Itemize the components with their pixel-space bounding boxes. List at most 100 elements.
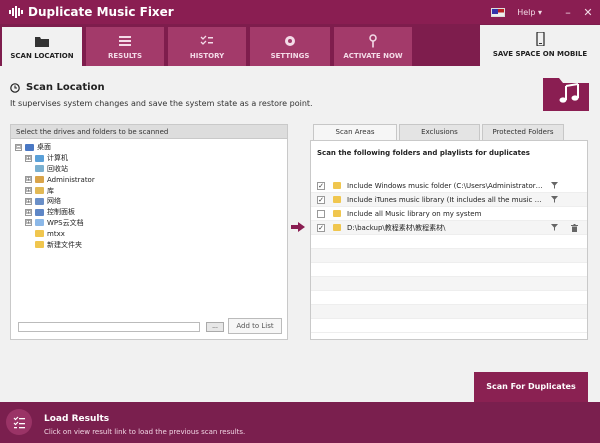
tab-exclusions[interactable]: Exclusions: [399, 124, 480, 140]
folder-icon: [333, 210, 341, 217]
main-tabs: SCAN LOCATION RESULTS HISTORY SETTINGS A…: [0, 24, 600, 66]
scan-row-label: Include Windows music folder (C:\Users\A…: [347, 181, 543, 190]
tab-scan-location[interactable]: SCAN LOCATION: [2, 27, 82, 66]
filter-icon[interactable]: [551, 182, 558, 189]
page-title: Scan Location: [26, 82, 105, 93]
empty-row: [311, 291, 587, 305]
scan-areas-panel: Scan the following folders and playlists…: [310, 140, 588, 340]
app-logo-icon: [6, 0, 26, 24]
load-results-icon: [6, 409, 32, 435]
empty-row: [311, 319, 587, 333]
expand-icon[interactable]: ⊞: [25, 208, 32, 216]
tab-save-space-on-mobile[interactable]: SAVE SPACE ON MOBILE: [480, 25, 600, 66]
tab-history[interactable]: HISTORY: [168, 27, 246, 66]
tree-item-label: WPS云文档: [47, 218, 84, 227]
expand-icon[interactable]: ⊞: [25, 154, 32, 162]
close-button[interactable]: ✕: [580, 6, 596, 19]
tree-item-computer[interactable]: ⊞ 计算机: [11, 153, 287, 164]
tree-item-label: 库: [47, 186, 54, 195]
recycle-bin-icon: [35, 165, 44, 173]
help-label: Help: [517, 7, 536, 17]
folder-icon: [333, 182, 341, 189]
empty-row: [311, 277, 587, 291]
scan-row-all-music: Include all Music library on my system: [311, 207, 587, 221]
section-header: Scan Location: [10, 82, 105, 93]
desktop-icon: [25, 143, 34, 151]
folder-tree: ⊟ 桌面 ⊞ 计算机 回收站 ⊞ Administrator ⊞ 库 ⊞ 网络 …: [11, 139, 287, 250]
path-entry-bar: ...: [10, 318, 224, 336]
tree-item-label: Administrator: [47, 175, 95, 184]
expand-icon[interactable]: ⊞: [25, 219, 32, 227]
drive-panel-header: Select the drives and folders to be scan…: [11, 125, 287, 139]
checkbox[interactable]: [317, 209, 325, 218]
tree-item-label: 计算机: [47, 154, 68, 163]
filter-icon[interactable]: [551, 224, 558, 231]
empty-row: [311, 249, 587, 263]
scan-row-windows-music: ✓ Include Windows music folder (C:\Users…: [311, 179, 587, 193]
library-icon: [35, 187, 44, 195]
tab-label: HISTORY: [189, 52, 225, 60]
list-icon: [119, 36, 131, 46]
expand-icon[interactable]: ⊞: [25, 176, 32, 184]
folder-icon: [333, 196, 341, 203]
tree-item-label: 桌面: [37, 143, 51, 152]
title-bar: Duplicate Music Fixer Help ▾ – ✕: [0, 0, 600, 24]
load-results-bar[interactable]: Load Results Click on view result link t…: [0, 402, 600, 443]
browse-button[interactable]: ...: [206, 322, 224, 332]
tree-item-desktop[interactable]: ⊟ 桌面: [11, 142, 287, 153]
folder-icon: [35, 37, 49, 47]
filter-icon[interactable]: [551, 196, 558, 203]
tree-item-wps-cloud[interactable]: ⊞ WPS云文档: [11, 218, 287, 229]
tab-label: SETTINGS: [270, 52, 310, 60]
collapse-icon[interactable]: ⊟: [15, 143, 22, 151]
folder-icon: [35, 230, 44, 238]
tree-item-label: 回收站: [47, 164, 68, 173]
tree-item-label: mtxx: [47, 229, 65, 238]
tree-item-new-folder[interactable]: 新建文件夹: [11, 239, 287, 250]
empty-row: [311, 305, 587, 319]
scan-for-duplicates-button[interactable]: Scan For Duplicates: [474, 372, 588, 402]
tree-item-administrator[interactable]: ⊞ Administrator: [11, 174, 287, 185]
add-to-list-button[interactable]: Add to List: [228, 318, 282, 334]
clock-icon: [10, 82, 20, 93]
tab-protected-folders[interactable]: Protected Folders: [482, 124, 564, 140]
page-description: It supervises system changes and save th…: [10, 99, 313, 108]
load-results-title: Load Results: [44, 414, 110, 424]
expand-icon[interactable]: ⊞: [25, 197, 32, 205]
tab-settings[interactable]: SETTINGS: [250, 27, 330, 66]
path-input[interactable]: [18, 322, 200, 332]
tab-label: SAVE SPACE ON MOBILE: [492, 50, 588, 58]
checkbox[interactable]: ✓: [317, 223, 325, 232]
scan-row-itunes-library: ✓ Include iTunes music library (It inclu…: [311, 193, 587, 207]
tab-activate-now[interactable]: ACTIVATE NOW: [334, 27, 412, 66]
tab-label: ACTIVATE NOW: [343, 52, 403, 60]
tab-scan-areas[interactable]: Scan Areas: [313, 124, 397, 140]
gear-icon: [285, 36, 295, 46]
tree-item-label: 网络: [47, 197, 61, 206]
scan-row-label: D:\backup\教程素材\教程素材\: [347, 223, 446, 232]
checkbox[interactable]: ✓: [317, 181, 325, 190]
trash-icon[interactable]: [571, 224, 578, 232]
key-icon: [369, 34, 377, 48]
language-flag-icon[interactable]: [491, 7, 506, 17]
checkbox[interactable]: ✓: [317, 195, 325, 204]
tree-item-network[interactable]: ⊞ 网络: [11, 196, 287, 207]
minimize-button[interactable]: –: [560, 6, 576, 19]
tree-item-recycle-bin[interactable]: 回收站: [11, 164, 287, 175]
arrow-right-icon: [291, 222, 305, 232]
tree-item-label: 新建文件夹: [47, 240, 82, 249]
empty-row: [311, 235, 587, 249]
tree-item-mtxx[interactable]: mtxx: [11, 228, 287, 239]
tree-item-library[interactable]: ⊞ 库: [11, 185, 287, 196]
computer-icon: [35, 154, 44, 162]
tree-item-control-panel[interactable]: ⊞ 控制面板: [11, 207, 287, 218]
expand-icon[interactable]: ⊞: [25, 187, 32, 195]
help-menu[interactable]: Help ▾: [517, 8, 542, 17]
tree-item-label: 控制面板: [47, 208, 75, 217]
scan-row-custom-folder: ✓ D:\backup\教程素材\教程素材\: [311, 221, 587, 235]
tab-results[interactable]: RESULTS: [86, 27, 164, 66]
user-folder-icon: [35, 176, 44, 184]
mobile-icon: [536, 32, 545, 46]
